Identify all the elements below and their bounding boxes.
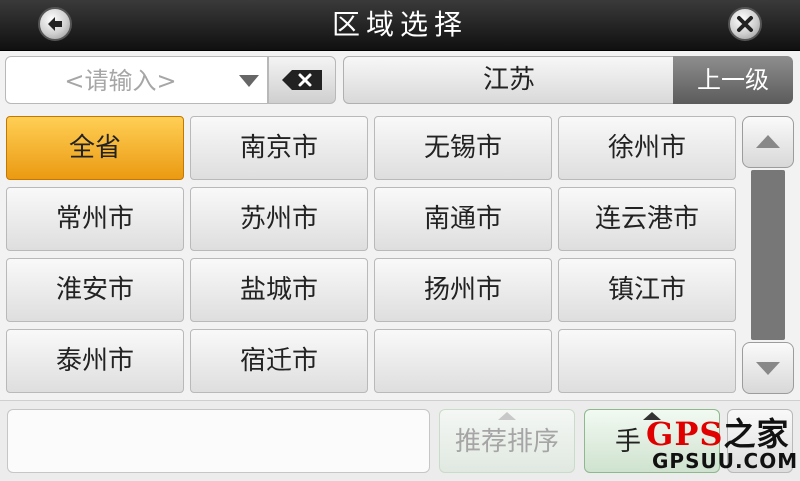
city-cell[interactable]: 扬州市 — [374, 258, 552, 322]
city-cell[interactable]: 苏州市 — [190, 187, 368, 251]
city-cell[interactable]: 南通市 — [374, 187, 552, 251]
sort-up-icon — [498, 412, 516, 420]
back-arrow-icon — [48, 17, 62, 31]
sort-up-icon — [643, 412, 661, 420]
city-cell[interactable]: 全省 — [6, 116, 184, 180]
province-name: 江苏 — [482, 65, 535, 95]
city-cell[interactable]: 徐州市 — [558, 116, 736, 180]
chevron-up-icon — [756, 135, 780, 148]
province-display: 江苏 — [343, 56, 710, 104]
city-cell-empty — [558, 329, 736, 393]
city-cell[interactable]: 泰州市 — [6, 329, 184, 393]
chevron-down-icon[interactable] — [239, 75, 259, 87]
page-title: 区域选择 — [331, 8, 468, 41]
result-display — [7, 409, 430, 473]
chevron-down-icon — [756, 362, 780, 375]
scrollbar-track[interactable] — [751, 170, 785, 340]
city-cell[interactable]: 淮安市 — [6, 258, 184, 322]
parent-level-button[interactable]: 上一级 — [673, 56, 793, 104]
city-cell[interactable]: 连云港市 — [558, 187, 736, 251]
keyboard-button[interactable] — [727, 409, 793, 473]
city-cell[interactable]: 南京市 — [190, 116, 368, 180]
city-cell[interactable]: 无锡市 — [374, 116, 552, 180]
back-button[interactable] — [38, 7, 72, 41]
search-field[interactable] — [5, 56, 268, 105]
scroll-down-button[interactable] — [742, 342, 794, 394]
search-input[interactable] — [6, 57, 235, 105]
scroll-up-button[interactable] — [742, 116, 794, 168]
city-cell[interactable]: 镇江市 — [558, 258, 736, 322]
city-cell[interactable]: 宿迁市 — [190, 329, 368, 393]
city-cell-empty — [374, 329, 552, 393]
clear-input-button[interactable] — [268, 56, 336, 104]
city-cell[interactable]: 常州市 — [6, 187, 184, 251]
close-button[interactable] — [728, 7, 762, 41]
backspace-clear-icon — [282, 70, 322, 90]
title-bar: 区域选择 — [0, 0, 800, 51]
close-x-icon — [737, 16, 753, 32]
city-cell[interactable]: 盐城市 — [190, 258, 368, 322]
